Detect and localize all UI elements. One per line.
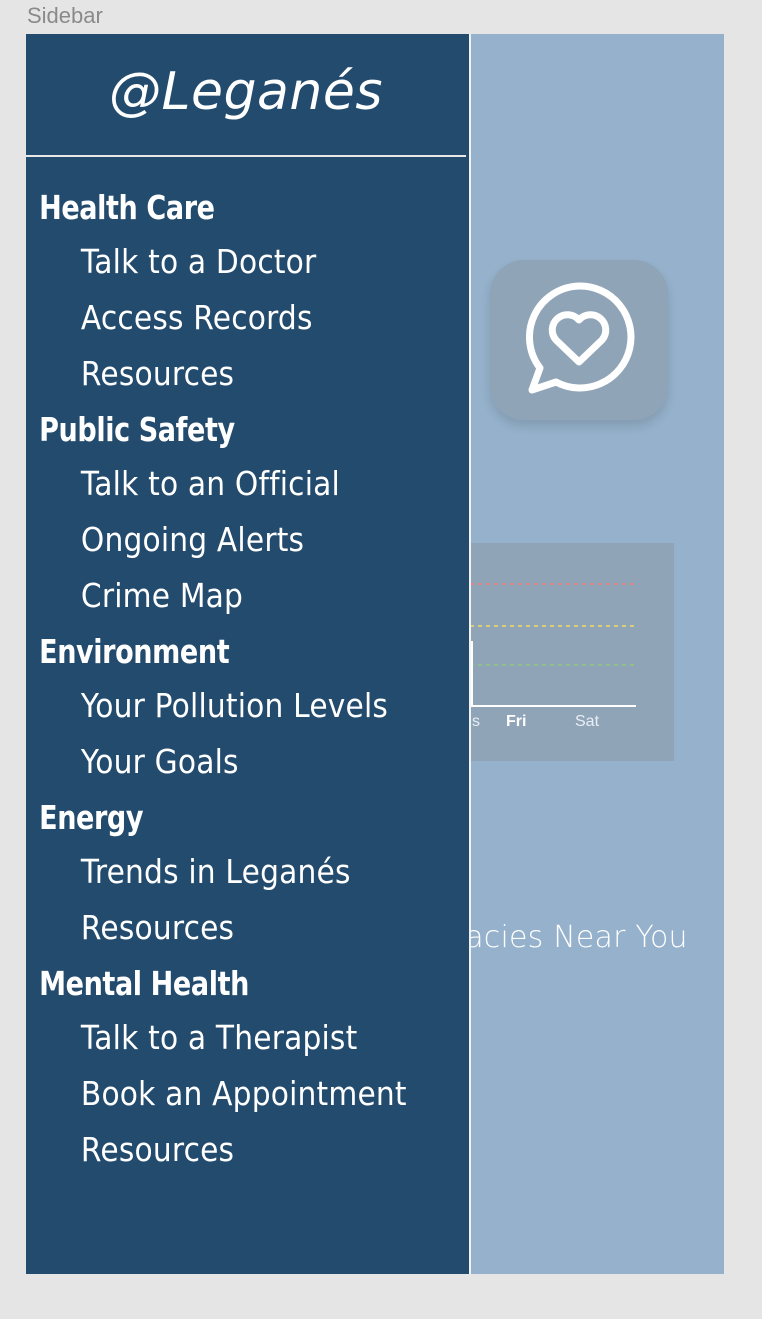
sidebar-menu: Health Care Talk to a Doctor Access Reco…	[26, 182, 466, 1180]
section-public-safety: Public Safety Talk to an Official Ongoin…	[26, 404, 466, 624]
menu-item-book-an-appointment[interactable]: Book an Appointment	[26, 1066, 422, 1122]
app-frame: s Fri Sat nacies Near You e e @Leganés H…	[26, 34, 724, 1274]
sidebar-header: @Leganés	[26, 34, 466, 157]
section-heading: Public Safety	[39, 410, 235, 449]
section-heading: Health Care	[39, 188, 215, 227]
menu-item-access-records[interactable]: Access Records	[26, 290, 422, 346]
menu-item-your-goals[interactable]: Your Goals	[26, 734, 422, 790]
app-icon[interactable]	[490, 260, 668, 420]
pollution-chart-card: s Fri Sat	[446, 543, 674, 761]
sidebar: @Leganés Health Care Talk to a Doctor Ac…	[26, 34, 471, 1274]
pharmacies-near-you-text[interactable]: nacies Near You	[446, 920, 688, 955]
section-heading: Energy	[39, 798, 144, 837]
menu-item-talk-to-a-therapist[interactable]: Talk to a Therapist	[26, 1010, 422, 1066]
section-mental-health: Mental Health Talk to a Therapist Book a…	[26, 958, 466, 1178]
sidebar-title: @Leganés	[109, 62, 383, 122]
frame-label: Sidebar	[27, 3, 103, 28]
menu-item-talk-to-a-doctor[interactable]: Talk to a Doctor	[26, 234, 422, 290]
menu-item-resources[interactable]: Resources	[26, 1122, 422, 1178]
menu-item-crime-map[interactable]: Crime Map	[26, 568, 422, 624]
day-label: Sat	[575, 713, 600, 730]
section-energy: Energy Trends in Leganés Resources	[26, 792, 466, 956]
section-heading: Mental Health	[39, 964, 249, 1003]
menu-item-resources[interactable]: Resources	[26, 900, 422, 956]
menu-item-resources[interactable]: Resources	[26, 346, 422, 402]
pollution-chart	[446, 583, 636, 707]
section-health-care: Health Care Talk to a Doctor Access Reco…	[26, 182, 466, 402]
menu-item-trends-in-leganes[interactable]: Trends in Leganés	[26, 844, 422, 900]
heart-chat-bubble-icon	[526, 282, 635, 394]
day-label: s	[472, 713, 480, 730]
section-environment: Environment Your Pollution Levels Your G…	[26, 626, 466, 790]
day-label: Fri	[506, 713, 527, 730]
section-heading: Environment	[39, 632, 230, 671]
menu-item-ongoing-alerts[interactable]: Ongoing Alerts	[26, 512, 422, 568]
menu-item-talk-to-an-official[interactable]: Talk to an Official	[26, 456, 422, 512]
menu-item-your-pollution-levels[interactable]: Your Pollution Levels	[26, 678, 422, 734]
